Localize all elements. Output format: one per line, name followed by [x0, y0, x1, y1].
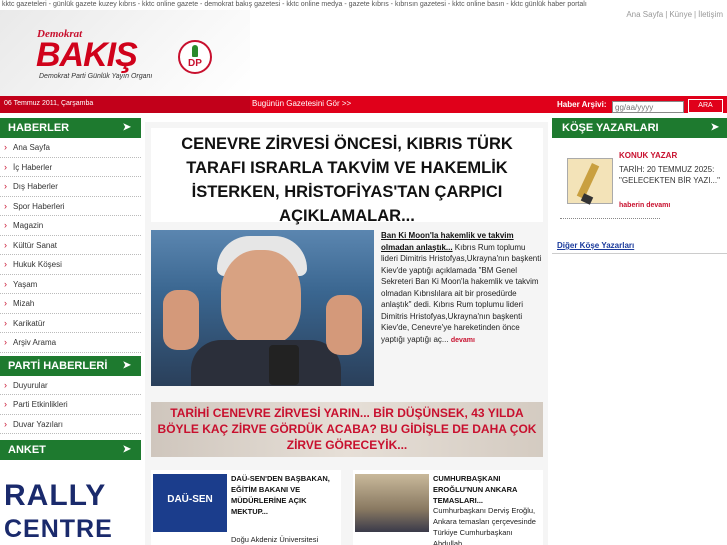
top-links: Ana Sayfa | Künye | İletişim	[626, 10, 723, 19]
pen-tip	[580, 193, 594, 205]
link-home[interactable]: Ana Sayfa	[626, 10, 663, 19]
menu-item-archive[interactable]: Arşiv Arama	[0, 333, 141, 353]
menu-item-domestic[interactable]: İç Haberler	[0, 158, 141, 177]
archive-search-button[interactable]: ARA	[688, 99, 723, 113]
photo-detail	[221, 250, 301, 345]
arrow-right-icon: ➤	[122, 122, 131, 133]
pen-body	[576, 162, 600, 200]
wheat-icon	[192, 45, 198, 57]
menu-item-wall-writings[interactable]: Duvar Yazıları	[0, 415, 141, 434]
menu-item-home[interactable]: Ana Sayfa	[0, 138, 141, 158]
all-columnists-link[interactable]: Diğer Köşe Yazarları	[557, 241, 634, 250]
arrow-right-icon: ➤	[122, 444, 131, 455]
link-kunye[interactable]: Künye	[669, 10, 692, 19]
rally-centre-ad[interactable]: RALLY CENTRE	[4, 479, 136, 545]
menu-item-cartoon[interactable]: Karikatür	[0, 314, 141, 333]
sub-news-card[interactable]: DAÜ-SEN DAÜ-SEN'DEN BAŞBAKAN, EĞİTİM BAK…	[151, 470, 341, 545]
main-content: CENEVRE ZİRVESİ ÖNCESİ, KIBRIS TÜRK TARA…	[145, 122, 548, 545]
menu-item-humor[interactable]: Mizah	[0, 294, 141, 314]
poll-section-title: ANKET	[8, 444, 46, 456]
menu-item-magazine[interactable]: Magazin	[0, 216, 141, 236]
pen-icon[interactable]	[567, 158, 613, 205]
arrow-right-icon: ➤	[122, 359, 131, 371]
menu-item-law[interactable]: Hukuk Köşesi	[0, 255, 141, 275]
column-read-more-link[interactable]: haberin devamı	[619, 202, 670, 209]
current-date: 06 Temmuz 2011, Çarşamba	[4, 100, 94, 107]
daü-sen-logo-thumbnail[interactable]: DAÜ-SEN	[153, 474, 227, 532]
party-emblem-text: DP	[188, 58, 202, 69]
ad-text-line2: CENTRE	[4, 515, 113, 543]
photo-detail	[163, 290, 199, 350]
photo-detail	[326, 295, 362, 355]
sub-news-title[interactable]: DAÜ-SEN'DEN BAŞBAKAN, EĞİTİM BAKANI VE M…	[231, 473, 339, 517]
column-title[interactable]: TARİH: 20 TEMMUZ 2025: "GELECEKTEN BİR Y…	[619, 164, 723, 186]
sub-news-card[interactable]: CUMHURBAŞKANI EROĞLU'NUN ANKARA TEMASLAR…	[353, 470, 543, 545]
menu-item-sports[interactable]: Spor Haberleri	[0, 197, 141, 216]
secondary-headline-banner[interactable]: TARİHİ CENEVRE ZİRVESİ YARIN... BİR DÜŞÜ…	[151, 402, 543, 457]
arrow-right-icon: ➤	[710, 122, 719, 133]
todays-paper-link[interactable]: Bugünün Gazetesini Gör >>	[252, 99, 351, 108]
archive-date-input[interactable]	[612, 101, 684, 113]
ceremony-photo-thumbnail[interactable]	[355, 474, 429, 532]
columnists-section-title: KÖŞE YAZARLARI	[562, 122, 659, 134]
photo-detail	[191, 340, 341, 386]
ad-text-line1: RALLY	[4, 479, 107, 512]
columnist-name[interactable]: KONUK YAZAR	[619, 151, 677, 160]
main-story-body: Kıbrıs Rum toplumu lideri Dimitris Hrist…	[381, 242, 542, 344]
date-bar-left: 06 Temmuz 2011, Çarşamba	[0, 96, 250, 113]
columnists-section-header: KÖŞE YAZARLARI ➤	[552, 118, 727, 138]
right-sidebar: KÖŞE YAZARLARI ➤ KONUK YAZAR TARİH: 20 T…	[552, 118, 727, 545]
left-sidebar: HABERLER ➤ Ana Sayfa İç Haberler Dış Hab…	[0, 118, 141, 545]
menu-item-announcements[interactable]: Duyurular	[0, 376, 141, 395]
party-section-title: PARTİ HABERLERİ	[8, 359, 108, 372]
sub-news-body: Cumhurbaşkanı Derviş Eroğlu, Ankara tema…	[433, 506, 536, 545]
site-logo[interactable]: Demokrat BAKIŞ Demokrat Parti Günlük Yay…	[8, 18, 228, 88]
main-story-text: Ban Ki Moon'la hakemlik ve takvim olmada…	[381, 230, 543, 346]
poll-section-header: ANKET ➤	[0, 440, 141, 460]
microphone-icon	[269, 345, 299, 385]
news-section-title: HABERLER	[8, 122, 70, 134]
menu-item-foreign[interactable]: Dış Haberler	[0, 177, 141, 197]
menu-item-party-events[interactable]: Parti Etkinlikleri	[0, 395, 141, 415]
link-contact[interactable]: İletişim	[698, 10, 723, 19]
thumbnail-text: DAÜ-SEN	[167, 494, 213, 505]
divider	[560, 218, 660, 219]
party-emblem-icon: DP	[178, 40, 212, 74]
sub-news-title[interactable]: CUMHURBAŞKANI EROĞLU'NUN ANKARA TEMASLAR…	[433, 473, 541, 506]
sub-news-body: Doğu Akdeniz Üniversitesi Akademik Perso…	[231, 535, 319, 544]
logo-title: BAKIŞ	[36, 36, 138, 74]
main-headline[interactable]: CENEVRE ZİRVESİ ÖNCESİ, KIBRIS TÜRK TARA…	[151, 128, 543, 225]
archive-label: Haber Arşivi:	[557, 100, 607, 109]
news-section-header: HABERLER ➤	[0, 118, 141, 138]
logo-subtitle: Demokrat Parti Günlük Yayın Organı	[39, 73, 153, 80]
party-section-header: PARTİ HABERLERİ ➤	[0, 355, 141, 376]
divider	[552, 253, 727, 254]
main-story-photo[interactable]	[151, 230, 374, 386]
seo-keyword-strip: kktc gazeteleri - günlük gazete kuzey kı…	[0, 0, 727, 9]
menu-item-life[interactable]: Yaşam	[0, 275, 141, 294]
read-more-link[interactable]: devamı	[451, 337, 475, 344]
menu-item-culture[interactable]: Kültür Sanat	[0, 236, 141, 255]
